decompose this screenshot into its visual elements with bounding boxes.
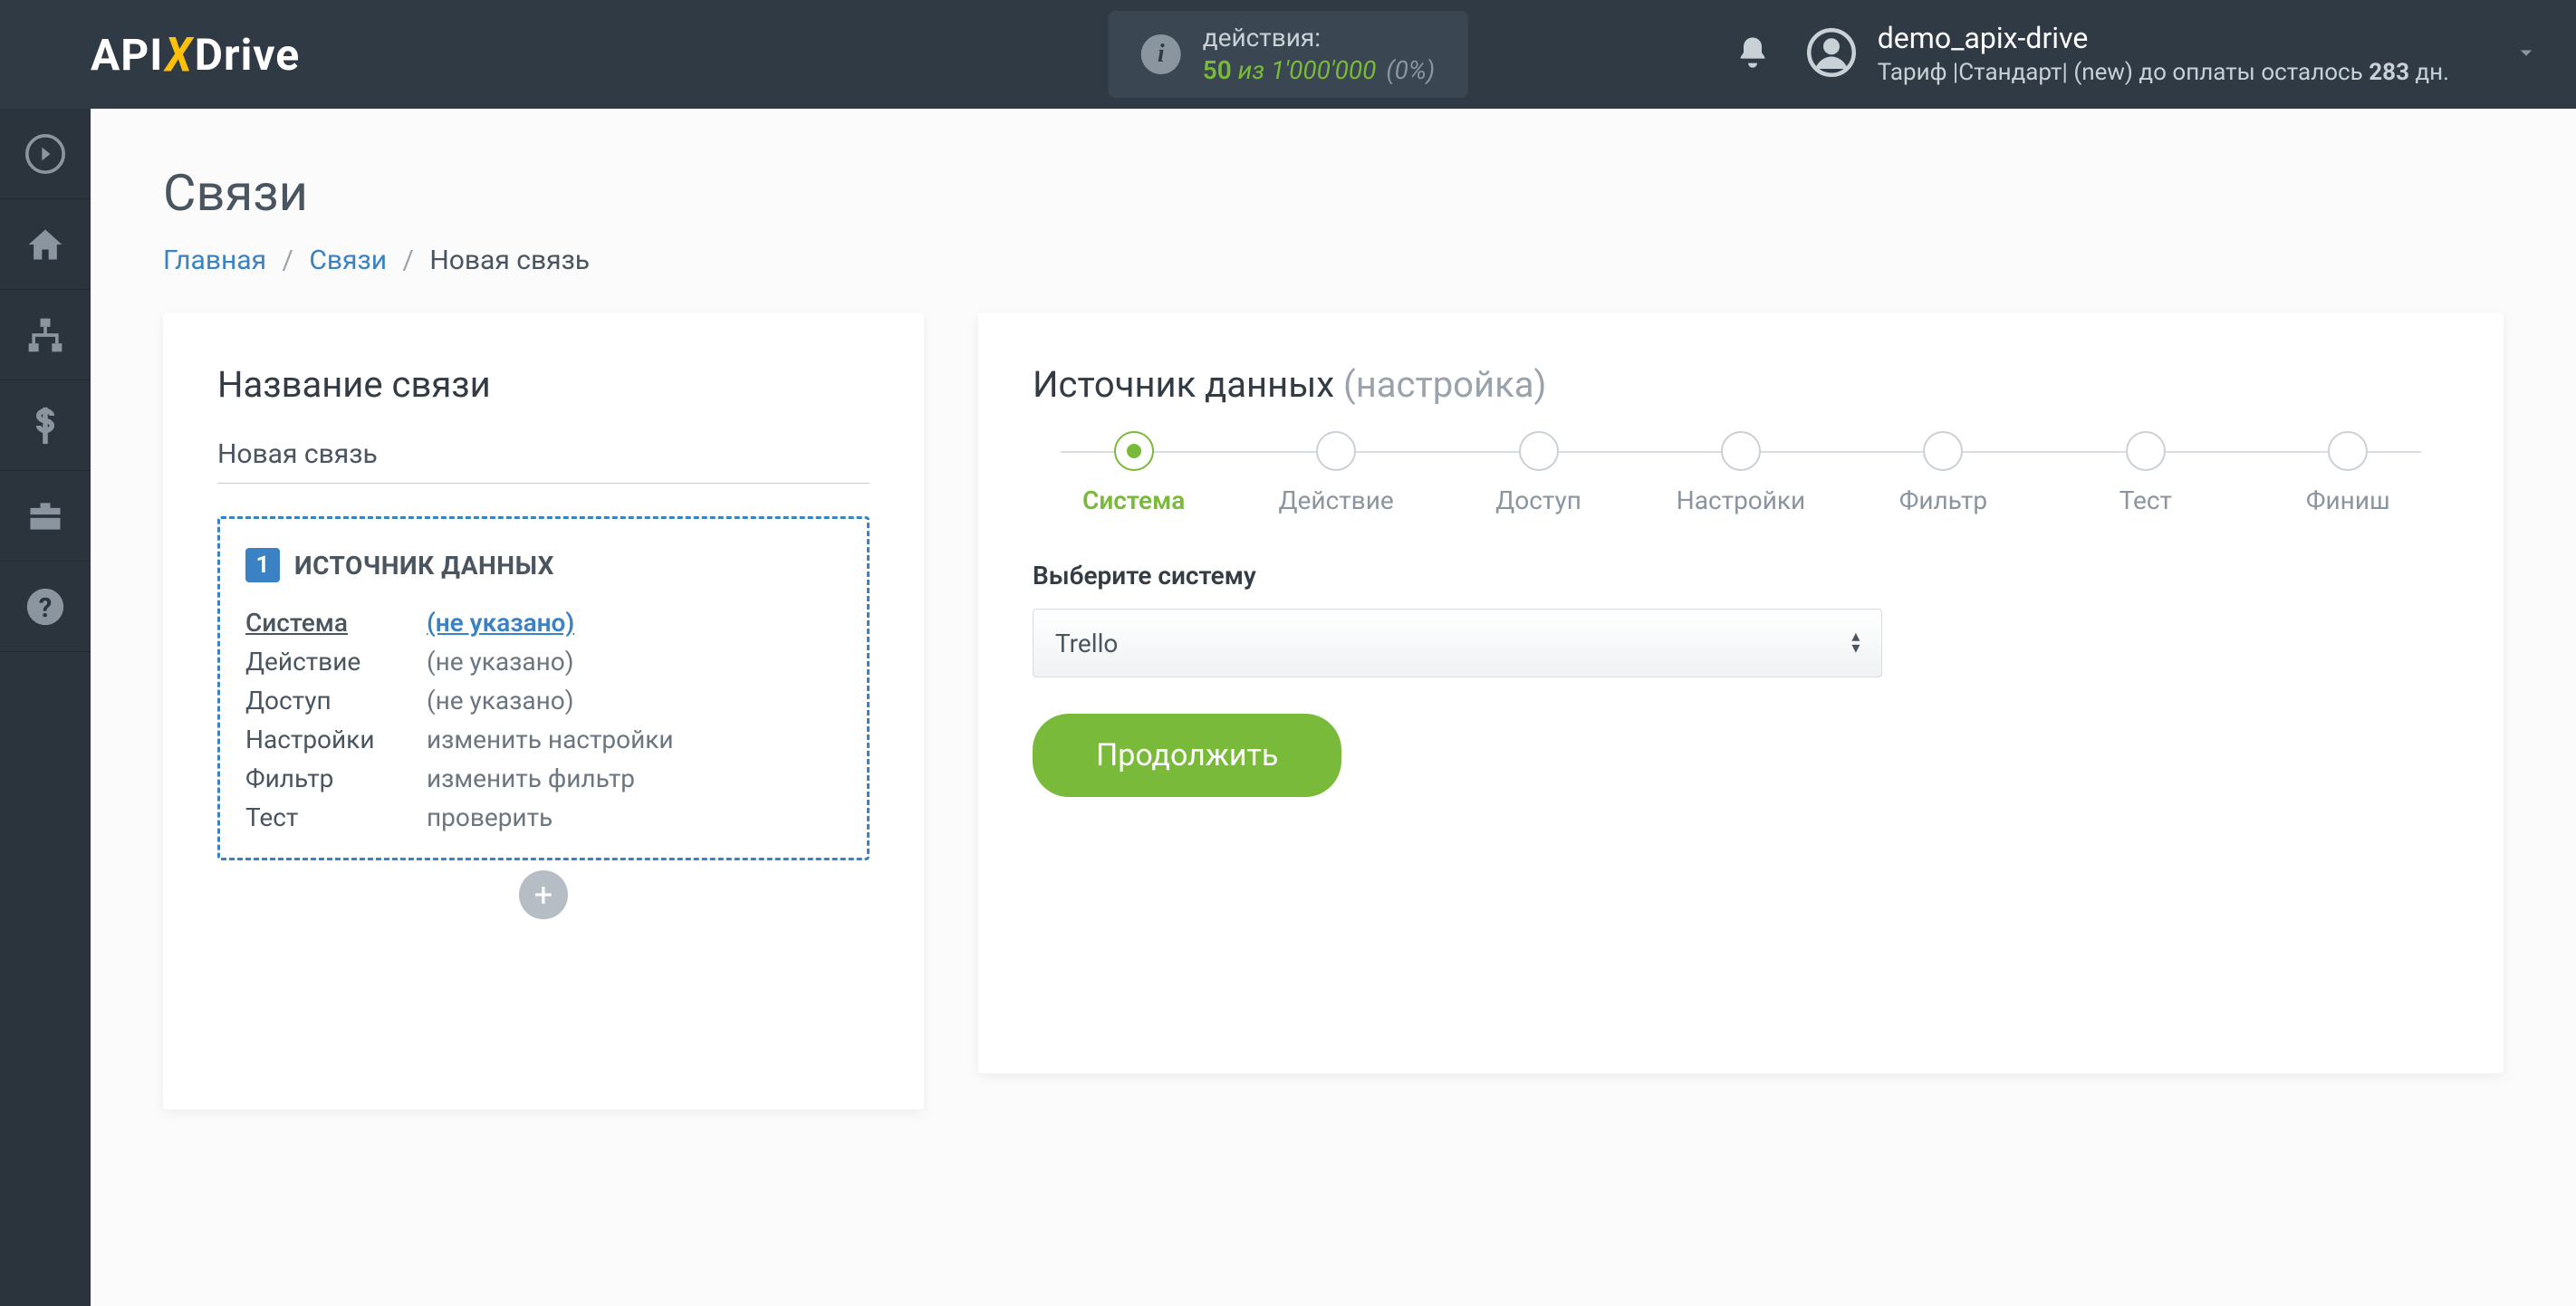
step-label: Система <box>1082 485 1185 515</box>
source-row-label: Действие <box>245 647 409 677</box>
source-row[interactable]: Система (не указано) <box>245 608 841 638</box>
select-caret-icon: ▴▾ <box>1851 632 1860 654</box>
source-row[interactable]: Доступ (не указано) <box>245 686 841 715</box>
caret-down-icon[interactable] <box>2513 39 2540 70</box>
system-select-value: Trello <box>1055 629 1118 658</box>
actions-values: 50 из 1'000'000 (0%) <box>1203 54 1436 87</box>
source-row[interactable]: Тест проверить <box>245 802 841 832</box>
sidebar-item-login[interactable] <box>0 109 91 199</box>
source-row-value: (не указано) <box>427 647 573 677</box>
card-source-config: Источник данных (настройка) Система Дейст… <box>978 312 2504 1073</box>
user-icon <box>1807 28 1856 81</box>
step-label: Настройки <box>1677 485 1805 515</box>
source-row-value: изменить фильтр <box>427 763 635 793</box>
source-title: 1 ИСТОЧНИК ДАННЫХ <box>245 548 841 582</box>
add-destination-button[interactable]: + <box>519 870 568 919</box>
step-circle <box>1923 431 1963 471</box>
source-box: 1 ИСТОЧНИК ДАННЫХ Система(не указано)Дей… <box>217 516 870 860</box>
breadcrumb-home[interactable]: Главная <box>163 245 266 276</box>
source-badge: 1 <box>245 548 280 582</box>
step-label: Тест <box>2119 485 2172 515</box>
source-row-label: Настройки <box>245 725 409 754</box>
user-name: demo_apix-drive <box>1878 20 2449 58</box>
breadcrumb-links[interactable]: Связи <box>309 245 387 276</box>
source-row[interactable]: Действие (не указано) <box>245 647 841 677</box>
breadcrumb-current: Новая связь <box>429 245 590 276</box>
sidebar-item-connections[interactable] <box>0 290 91 380</box>
step-Действие[interactable]: Действие <box>1235 431 1437 515</box>
bell-icon[interactable] <box>1735 34 1771 74</box>
source-row[interactable]: Настройки изменить настройки <box>245 725 841 754</box>
source-row-value: (не указано) <box>427 686 573 715</box>
sidebar-item-business[interactable] <box>0 471 91 562</box>
step-circle <box>2126 431 2166 471</box>
logo-x: X <box>165 26 193 83</box>
connection-name-input[interactable] <box>217 431 870 484</box>
source-title-text: ИСТОЧНИК ДАННЫХ <box>294 551 554 581</box>
source-row-label: Фильтр <box>245 763 409 793</box>
source-row-label: Система <box>245 608 409 638</box>
step-label: Доступ <box>1495 485 1581 515</box>
select-label: Выберите систему <box>1033 561 2449 591</box>
source-row-label: Доступ <box>245 686 409 715</box>
actions-label: действия: <box>1203 22 1436 54</box>
step-Финиш[interactable]: Финиш <box>2247 431 2449 515</box>
user-block[interactable]: demo_apix-drive Тариф |Стандарт| (new) д… <box>1807 20 2449 88</box>
sidebar-item-home[interactable] <box>0 199 91 290</box>
sidebar-item-billing[interactable] <box>0 380 91 471</box>
step-circle <box>1721 431 1761 471</box>
step-Система[interactable]: Система <box>1033 431 1235 515</box>
page-title: Связи <box>163 163 2504 223</box>
header: API X Drive i действия: 50 из 1'000'000 … <box>0 0 2576 109</box>
step-circle <box>1519 431 1559 471</box>
card-right-heading: Источник данных (настройка) <box>1033 363 2449 406</box>
main: Связи Главная / Связи / Новая связь Назв… <box>91 109 2576 1306</box>
layout: ? Связи Главная / Связи / Новая связь На… <box>0 109 2576 1306</box>
logo-drive: Drive <box>195 29 300 81</box>
source-row-label: Тест <box>245 802 409 832</box>
step-Доступ[interactable]: Доступ <box>1437 431 1639 515</box>
step-Настройки[interactable]: Настройки <box>1639 431 1841 515</box>
card-connection-name: Название связи 1 ИСТОЧНИК ДАННЫХ Система… <box>163 312 924 1109</box>
step-circle <box>1114 431 1154 471</box>
step-Тест[interactable]: Тест <box>2044 431 2246 515</box>
sidebar: ? <box>0 109 91 1306</box>
step-label: Финиш <box>2306 485 2390 515</box>
breadcrumb: Главная / Связи / Новая связь <box>163 245 2504 276</box>
card-left-heading: Название связи <box>217 363 870 406</box>
step-Фильтр[interactable]: Фильтр <box>1842 431 2044 515</box>
logo-api: API <box>91 29 163 81</box>
user-text: demo_apix-drive Тариф |Стандарт| (new) д… <box>1878 20 2449 88</box>
system-select[interactable]: Trello ▴▾ <box>1033 609 1882 677</box>
info-icon: i <box>1141 34 1181 74</box>
source-rows: Система(не указано)Действие(не указано)Д… <box>245 608 841 832</box>
step-circle <box>1316 431 1356 471</box>
continue-button[interactable]: Продолжить <box>1033 714 1341 797</box>
step-circle <box>2328 431 2368 471</box>
actions-counter[interactable]: i действия: 50 из 1'000'000 (0%) <box>1109 11 1468 99</box>
sidebar-item-help[interactable]: ? <box>0 562 91 652</box>
header-right: demo_apix-drive Тариф |Стандарт| (new) д… <box>1735 20 2540 88</box>
step-label: Действие <box>1279 485 1394 515</box>
step-label: Фильтр <box>1899 485 1987 515</box>
svg-text:?: ? <box>39 593 53 624</box>
user-plan: Тариф |Стандарт| (new) до оплаты осталос… <box>1878 58 2449 89</box>
source-row-value: изменить настройки <box>427 725 674 754</box>
source-row-value: проверить <box>427 802 553 832</box>
source-row[interactable]: Фильтр изменить фильтр <box>245 763 841 793</box>
columns: Название связи 1 ИСТОЧНИК ДАННЫХ Система… <box>163 312 2504 1109</box>
actions-text: действия: 50 из 1'000'000 (0%) <box>1203 22 1436 88</box>
source-row-value: (не указано) <box>427 608 574 638</box>
stepper: Система Действие Доступ Настройки Фильтр Тест… <box>1033 431 2449 515</box>
logo[interactable]: API X Drive <box>91 29 300 81</box>
